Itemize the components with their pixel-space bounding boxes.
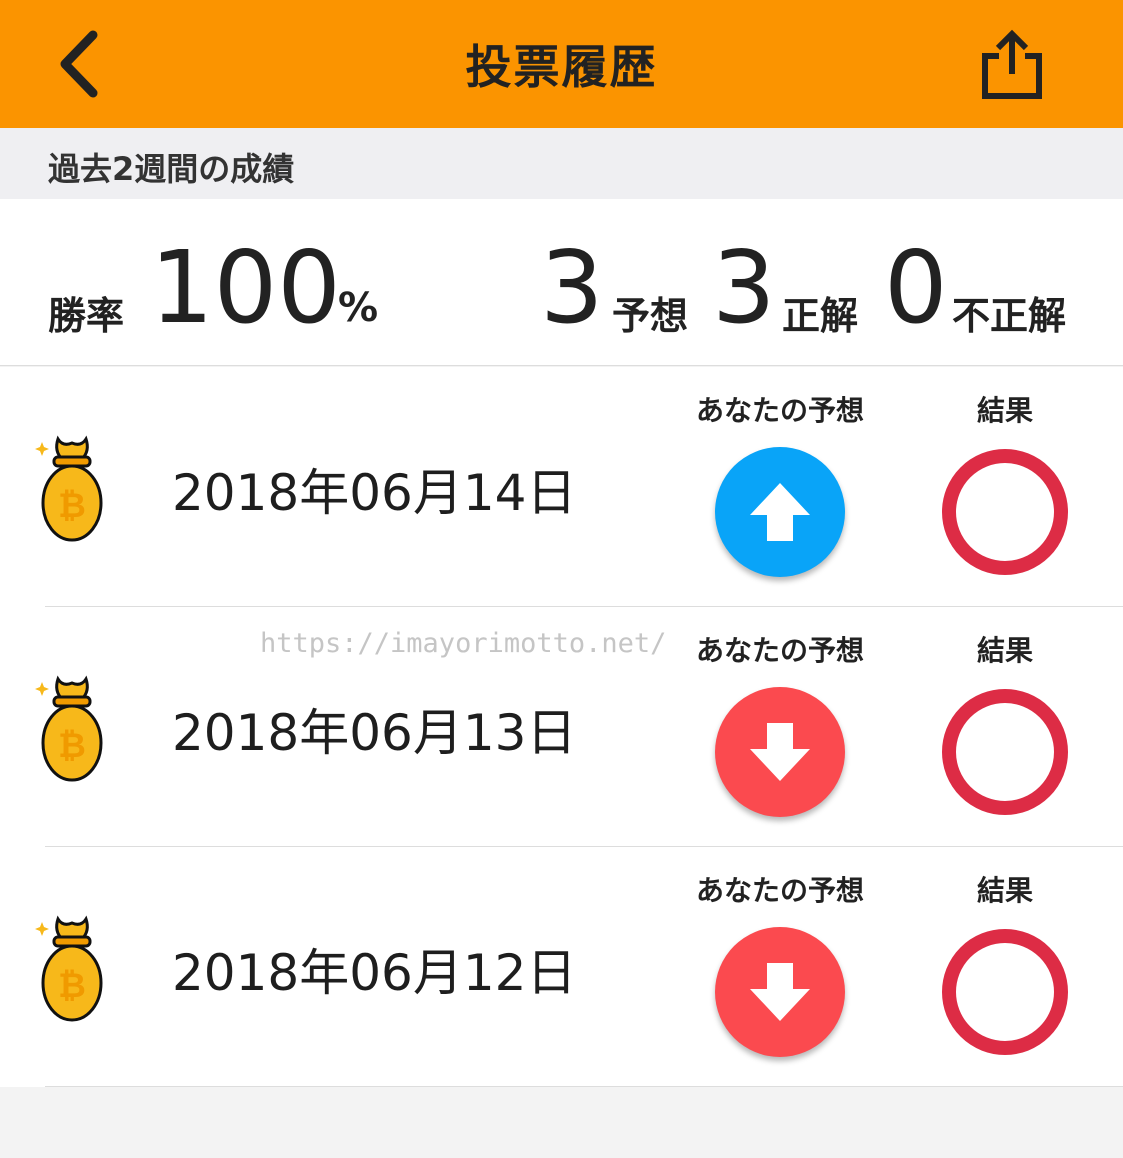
vote-date: 2018年06月12日 [172,944,577,1002]
result-header: 結果 [976,394,1033,427]
chevron-left-icon [60,30,98,98]
prediction-header: あなたの予想 [695,874,864,907]
arrow-up-icon [750,483,810,541]
list-item[interactable]: ₿ 2018年06月12日 あなたの予想 結果 [0,847,1123,1087]
win-rate-unit: % [338,285,379,331]
correct-count: 3 [712,229,776,346]
arrow-down-icon [750,963,810,1021]
predictions-count: 3 [540,229,604,346]
result-correct-icon [942,929,1068,1055]
period-section-header: 過去2週間の成績 [0,128,1123,199]
result-header: 結果 [976,874,1033,907]
svg-text:₿: ₿ [58,726,86,766]
arrow-down-icon [750,723,810,781]
divider [45,1086,1123,1087]
win-rate-label: 勝率 [48,294,125,338]
svg-text:₿: ₿ [58,486,86,526]
prediction-down-badge [715,927,845,1057]
page-title: 投票履歴 [465,40,658,94]
predictions-label: 予想 [612,294,689,338]
prediction-header: あなたの予想 [695,634,864,667]
app-header: 投票履歴 [0,0,1123,128]
vote-date: 2018年06月13日 [172,704,577,762]
incorrect-count: 0 [884,229,948,346]
list-item[interactable]: ₿ 2018年06月14日 あなたの予想 結果 [0,367,1123,607]
vote-history-list: ₿ 2018年06月14日 あなたの予想 結果 ₿ 2018年06月13日 あな… [0,367,1123,1087]
vote-date: 2018年06月14日 [172,464,577,522]
result-header: 結果 [976,634,1033,667]
svg-text:₿: ₿ [58,966,86,1006]
prediction-header: あなたの予想 [695,394,864,427]
stats-summary: 勝率 100 % 3 予想 3 正解 0 不正解 [0,199,1123,366]
bitcoin-bag-icon: ₿ [35,435,103,542]
watermark-url: https://imayorimotto.net/ [260,628,667,659]
share-icon [982,29,1042,99]
bitcoin-bag-icon: ₿ [35,915,103,1022]
prediction-down-badge [715,687,845,817]
share-button[interactable] [970,20,1054,108]
win-rate-value: 100 [150,229,341,346]
period-label: 過去2週間の成績 [48,150,295,188]
result-correct-icon [942,689,1068,815]
bitcoin-bag-icon: ₿ [35,675,103,782]
correct-label: 正解 [782,294,859,338]
prediction-up-badge [715,447,845,577]
incorrect-label: 不正解 [952,294,1067,338]
back-button[interactable] [40,20,120,108]
result-correct-icon [942,449,1068,575]
